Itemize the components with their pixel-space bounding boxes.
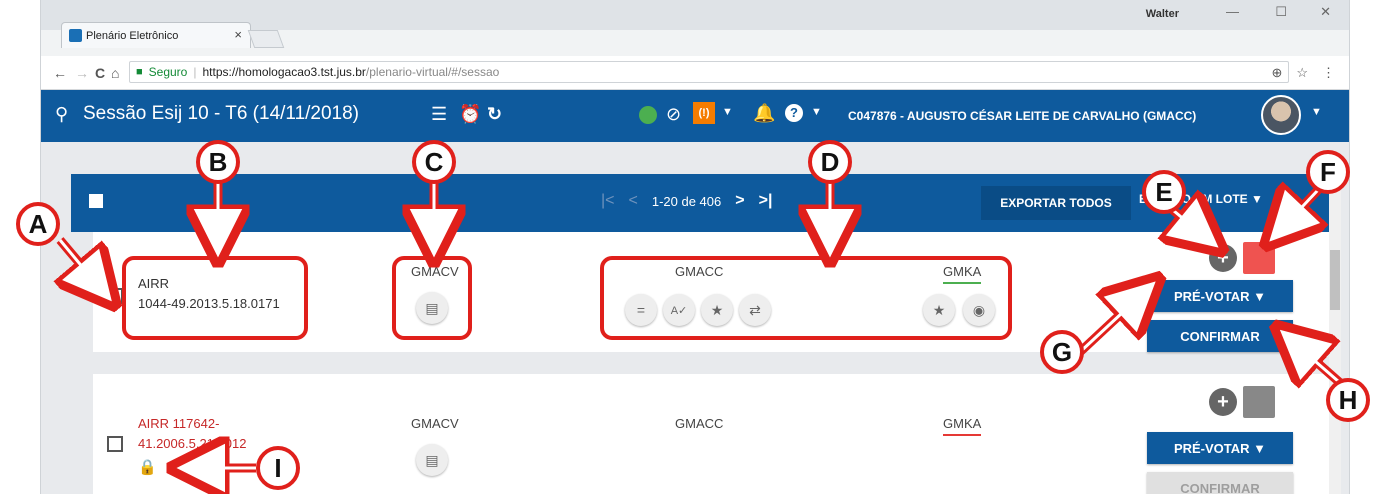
callout-c: C <box>412 140 456 184</box>
callout-g: G <box>1040 330 1084 374</box>
callout-f: F <box>1306 150 1350 194</box>
callout-h: H <box>1326 378 1370 422</box>
callout-d: D <box>808 140 852 184</box>
annotation-arrows <box>0 180 1349 494</box>
callout-i: I <box>256 446 300 490</box>
callout-e: E <box>1142 170 1186 214</box>
callout-b: B <box>196 140 240 184</box>
callout-a: A <box>16 202 60 246</box>
